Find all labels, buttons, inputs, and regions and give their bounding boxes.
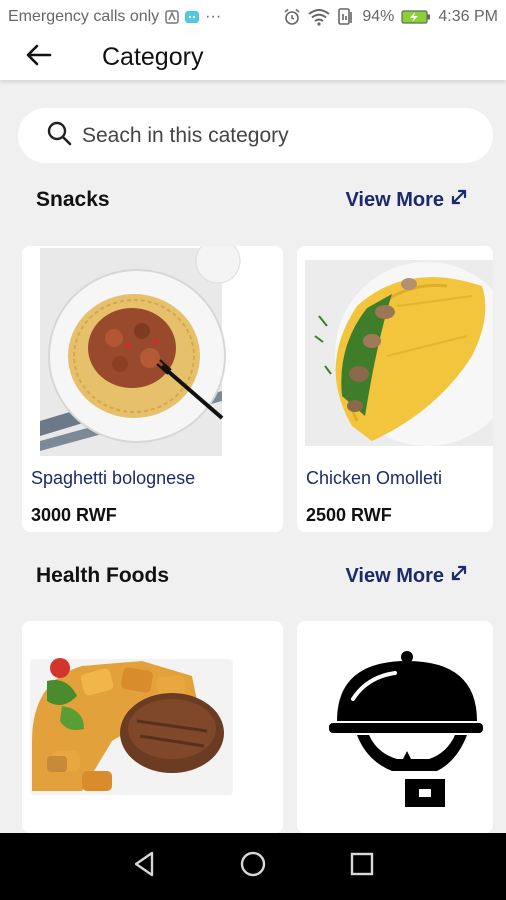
clock-time: 4:36 PM: [438, 8, 498, 25]
nav-recents-button[interactable]: [342, 847, 382, 887]
search-placeholder: Seach in this category: [82, 123, 289, 147]
square-recents-icon: [350, 852, 374, 881]
product-card[interactable]: Chicken Omolleti 2500 RWF: [297, 246, 493, 532]
circle-home-icon: [239, 850, 267, 883]
nav-home-button[interactable]: [233, 847, 273, 887]
search-icon: [46, 120, 72, 151]
expand-arrows-icon: [450, 564, 468, 588]
product-name: Spaghetti bolognese: [31, 468, 196, 488]
product-card[interactable]: Spaghetti bolognese 3000 RWF: [22, 246, 283, 532]
wifi-icon: [308, 8, 330, 26]
section-header-snacks: Snacks View More: [36, 188, 468, 212]
notification-a-icon: [165, 10, 179, 24]
back-button[interactable]: [14, 34, 64, 80]
system-nav-bar: [0, 833, 506, 900]
status-bar: Emergency calls only ··· 94% 4:36 PM: [0, 0, 506, 34]
carrier-text: Emergency calls only: [8, 8, 160, 25]
notification-app-icon: [185, 10, 200, 24]
page-title: Category: [102, 42, 204, 71]
search-input[interactable]: Seach in this category: [18, 108, 493, 163]
section-title: Snacks: [36, 188, 110, 211]
spaghetti-image: [22, 246, 283, 458]
product-price: 3000 RWF: [31, 505, 117, 525]
nav-back-button[interactable]: [124, 847, 164, 887]
section-title: Health Foods: [36, 564, 170, 587]
product-price: 2500 RWF: [306, 505, 392, 525]
product-name: Chicken Omolleti: [306, 468, 443, 488]
chicken-omelette-image: [297, 246, 493, 458]
product-card[interactable]: [297, 621, 493, 833]
view-more-label: View More: [345, 188, 444, 211]
app-bar: Category: [0, 34, 506, 80]
view-more-button[interactable]: View More: [345, 188, 468, 212]
sim-signal-icon: [337, 8, 355, 26]
battery-charging-icon: [401, 9, 431, 25]
view-more-button[interactable]: View More: [345, 564, 468, 588]
more-notifications-dots: ···: [205, 8, 222, 25]
triangle-back-icon: [132, 851, 156, 882]
alarm-icon: [283, 8, 301, 26]
steak-potatoes-image: [22, 621, 283, 833]
battery-percent: 94%: [362, 8, 395, 25]
product-card[interactable]: [22, 621, 283, 833]
view-more-label: View More: [345, 564, 444, 587]
section-header-health-foods: Health Foods View More: [36, 564, 468, 588]
arrow-left-icon: [26, 44, 52, 71]
serving-cloche-icon: [297, 621, 493, 833]
expand-arrows-icon: [450, 188, 468, 212]
